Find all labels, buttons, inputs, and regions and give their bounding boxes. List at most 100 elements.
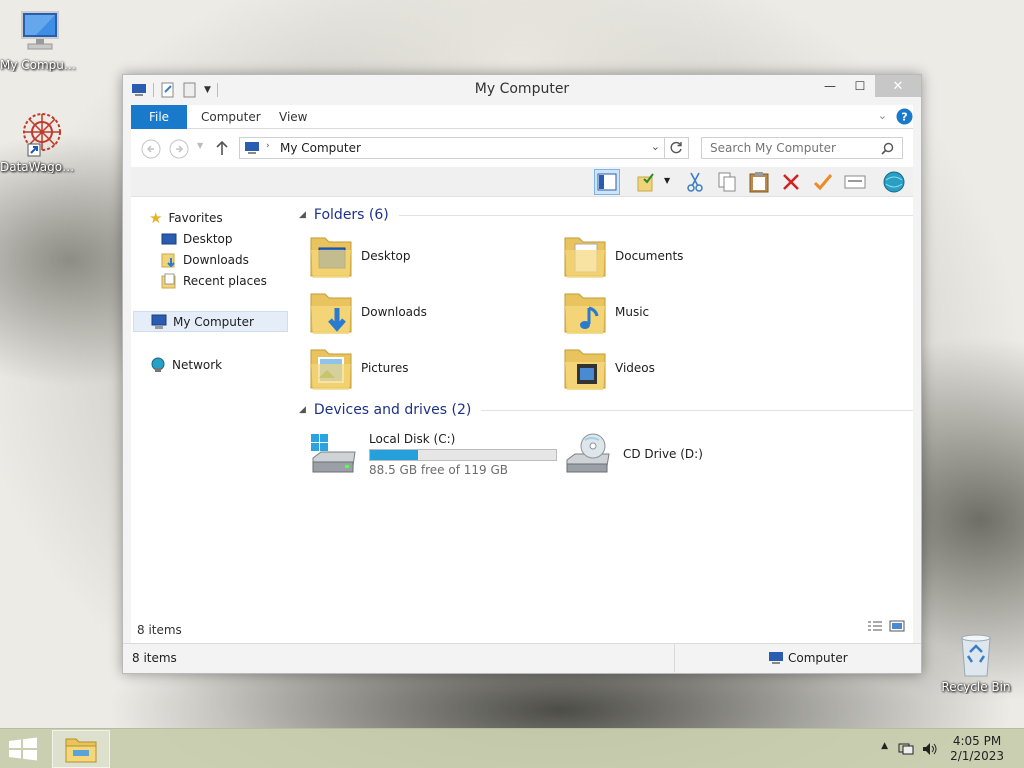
refresh-button[interactable] [664, 137, 688, 159]
close-button[interactable]: ✕ [875, 75, 921, 97]
divider [481, 409, 913, 411]
star-icon: ★ [149, 208, 163, 227]
command-toolbar: ▼ [131, 167, 913, 197]
file-explorer-icon [65, 738, 97, 763]
details-view-icon[interactable] [867, 620, 883, 635]
nav-item-label: My Computer [173, 314, 254, 329]
globe-icon [883, 171, 905, 193]
nav-item-label: Favorites [168, 210, 223, 225]
group-header-folders[interactable]: ◢ Folders (6) [299, 204, 913, 226]
documents-folder-icon [564, 237, 606, 278]
group-header-devices[interactable]: ◢ Devices and drives (2) [299, 399, 913, 421]
nav-item-network[interactable]: Network [149, 354, 222, 375]
paste-button[interactable] [746, 169, 772, 195]
nav-item-label: Desktop [183, 231, 233, 246]
folder-tile-desktop[interactable]: Desktop [309, 230, 549, 282]
folder-tile-documents[interactable]: Documents [563, 230, 803, 282]
taskbar-file-explorer[interactable] [52, 730, 110, 768]
minimize-button[interactable]: — [815, 75, 845, 97]
tab-computer[interactable]: Computer [188, 105, 274, 129]
desktop-icon-label: My Computer [0, 58, 80, 72]
chevron-down-icon[interactable]: ▼ [664, 176, 670, 185]
collapse-icon[interactable]: ◢ [299, 210, 306, 220]
chevron-down-icon[interactable]: ⌄ [651, 140, 660, 153]
nav-item-recent-places[interactable]: Recent places [161, 270, 267, 291]
forward-icon[interactable] [169, 139, 189, 159]
network-globe-button[interactable] [881, 169, 907, 195]
disk-usage-fill [370, 449, 418, 460]
clock[interactable]: 4:05 PM 2/1/2023 [950, 734, 1004, 764]
back-icon[interactable] [141, 139, 161, 159]
collapse-icon[interactable]: ◢ [299, 405, 306, 415]
desktop-icon-my-computer[interactable]: My Computer [0, 8, 80, 72]
network-icon [151, 357, 165, 372]
pictures-folder-icon [310, 349, 352, 390]
start-button[interactable] [8, 737, 38, 764]
address-bar[interactable]: › My Computer ⌄ [239, 137, 689, 159]
downloads-folder-icon [310, 293, 352, 334]
folder-label: Documents [615, 249, 684, 263]
properties-button[interactable] [842, 169, 868, 195]
computer-icon [245, 142, 259, 154]
nav-item-downloads[interactable]: Downloads [161, 249, 249, 270]
checkmark-icon [813, 174, 833, 191]
desktop-icon-label: Recycle Bin [941, 680, 1011, 694]
breadcrumb[interactable]: My Computer [280, 141, 361, 155]
desktop-icon-recycle-bin[interactable]: Recycle Bin [936, 630, 1016, 694]
network-status-icon[interactable] [898, 742, 914, 756]
clock-time: 4:05 PM [952, 734, 1002, 748]
delete-button[interactable] [778, 169, 804, 195]
folder-tile-videos[interactable]: Videos [563, 342, 803, 394]
rename-button[interactable] [810, 169, 836, 195]
volume-icon[interactable] [922, 741, 938, 757]
search-input[interactable] [702, 138, 872, 158]
search-icon[interactable] [881, 142, 894, 155]
folder-tile-pictures[interactable]: Pictures [309, 342, 549, 394]
desktop-icon-datawagon[interactable]: DataWagon... [0, 110, 80, 174]
computer-icon [769, 652, 783, 664]
desktop-icon [161, 233, 177, 244]
cd-drive-icon [566, 433, 610, 473]
downloads-icon [161, 253, 175, 267]
tab-file[interactable]: File [131, 105, 187, 129]
show-hidden-icons-icon[interactable]: ▲ [881, 741, 888, 751]
recent-locations-icon[interactable]: ▼ [197, 141, 203, 150]
title-bar[interactable]: ▼ My Computer — ☐ ✕ [123, 75, 921, 105]
desktop-icon-label: DataWagon... [0, 160, 80, 174]
properties-icon [844, 175, 866, 189]
nav-item-label: Downloads [183, 252, 249, 267]
tab-view[interactable]: View [266, 105, 320, 129]
drive-tile-local-disk[interactable]: Local Disk (C:) 88.5 GB free of 119 GB [309, 425, 559, 483]
preview-pane-button[interactable] [594, 169, 620, 195]
nav-item-label: Network [172, 357, 223, 372]
clock-date: 2/1/2023 [950, 749, 1004, 763]
refresh-icon [670, 141, 682, 154]
disk-usage-bar [369, 448, 557, 461]
up-arrow-icon[interactable] [215, 140, 229, 156]
large-icons-view-icon[interactable] [889, 620, 905, 635]
explorer-window: ▼ My Computer — ☐ ✕ File Computer View ⌄… [122, 74, 922, 674]
search-box [701, 137, 903, 159]
folder-tile-music[interactable]: Music [563, 286, 803, 338]
breadcrumb-arrow-icon[interactable]: › [266, 141, 270, 151]
recycle-bin-icon [961, 634, 991, 677]
nav-item-desktop[interactable]: Desktop [161, 228, 233, 249]
nav-item-my-computer[interactable]: My Computer [133, 311, 288, 332]
cut-button[interactable] [682, 169, 708, 195]
drive-label: CD Drive (D:) [623, 447, 703, 461]
select-button[interactable] [634, 169, 660, 195]
copy-icon [718, 172, 736, 192]
help-icon[interactable]: ? [896, 108, 913, 125]
nav-item-favorites[interactable]: ★ Favorites [149, 207, 223, 228]
drive-free-space: 88.5 GB free of 119 GB [369, 462, 508, 477]
folder-tile-downloads[interactable]: Downloads [309, 286, 549, 338]
copy-button[interactable] [714, 169, 740, 195]
folder-label: Videos [615, 361, 655, 375]
computer-icon [21, 11, 59, 50]
folder-check-icon [637, 173, 654, 192]
item-count: 8 items [137, 623, 182, 637]
maximize-button[interactable]: ☐ [845, 75, 875, 97]
drive-tile-cd-drive[interactable]: CD Drive (D:) [563, 425, 803, 483]
chevron-down-icon[interactable]: ⌄ [878, 109, 887, 122]
status-location: Computer [788, 651, 848, 665]
